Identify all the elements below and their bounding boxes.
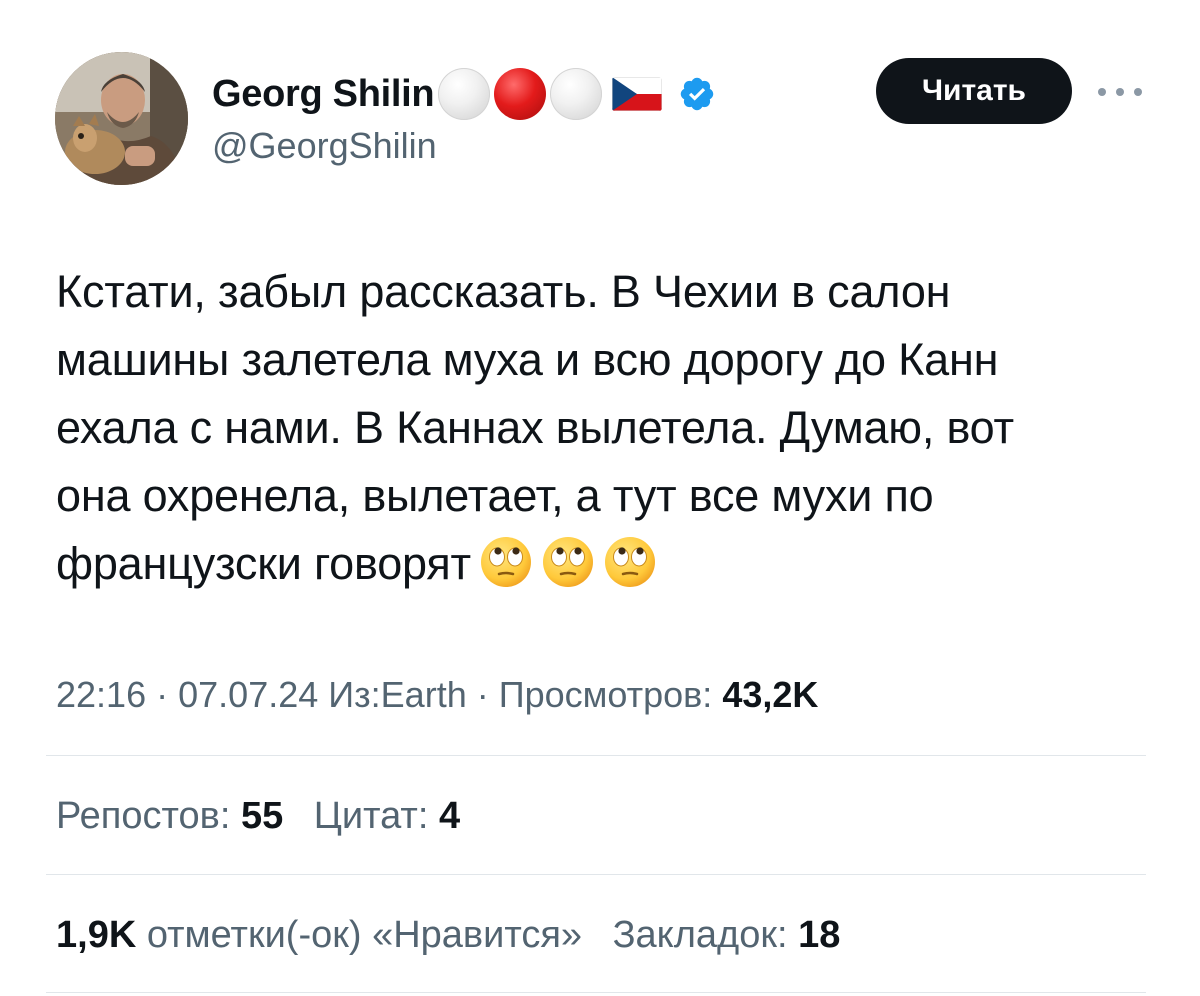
face-with-rolling-eyes-icon: [541, 535, 595, 589]
quotes-label: Цитат:: [313, 795, 429, 837]
white-circle-icon: [550, 68, 603, 120]
tweet-text-line: Кстати, забыл рассказать. В Чехии в сало…: [56, 266, 951, 317]
tweet-detail: Georg Shilin @GeorgShilin Читать Кстати,…: [0, 0, 1200, 996]
tweet-text: Кстати, забыл рассказать. В Чехии в сало…: [56, 258, 1156, 598]
bookmarks-stat[interactable]: Закладок: 18: [613, 907, 841, 963]
meta-separator: ·: [476, 674, 489, 715]
tweet-text-line: французски говорят: [56, 538, 471, 589]
bookmarks-count: 18: [798, 914, 841, 956]
tweet-time[interactable]: 22:16: [56, 674, 146, 715]
repost-quote-stats: Репостов: 55 Цитат: 4: [56, 788, 480, 844]
like-bookmark-stats: 1,9K отметки(-ок) «Нравится» Закладок: 1…: [56, 907, 860, 963]
author-handle[interactable]: @GeorgShilin: [212, 124, 437, 168]
tweet-text-last-line: французски говорят: [56, 530, 1156, 598]
more-options-icon[interactable]: [1098, 80, 1142, 104]
tweet-text-line: она охренела, вылетает, а тут все мухи п…: [56, 470, 934, 521]
verified-badge-icon[interactable]: [678, 75, 716, 113]
quotes-count: 4: [438, 795, 461, 837]
views-label: Просмотров:: [498, 674, 713, 715]
likes-stat[interactable]: 1,9K отметки(-ок) «Нравится»: [56, 907, 582, 963]
divider: [46, 992, 1146, 993]
author-display-name[interactable]: Georg Shilin: [212, 68, 435, 120]
views-count[interactable]: 43,2K: [722, 674, 818, 715]
tweet-header: Georg Shilin @GeorgShilin Читать: [0, 0, 1200, 220]
red-circle-icon: [494, 68, 547, 120]
likes-count: 1,9K: [56, 914, 137, 956]
face-with-rolling-eyes-icon: [479, 535, 533, 589]
divider: [46, 755, 1146, 756]
likes-label: отметки(-ок) «Нравится»: [146, 914, 583, 956]
author-name-row[interactable]: Georg Shilin: [212, 68, 716, 120]
reposts-stat[interactable]: Репостов: 55: [56, 788, 283, 844]
reposts-label: Репостов:: [56, 795, 231, 837]
reposts-count: 55: [240, 795, 284, 837]
source-prefix: Из:: [328, 674, 381, 715]
divider: [46, 874, 1146, 875]
tweet-source: Earth: [380, 674, 467, 715]
face-with-rolling-eyes-icon: [603, 535, 657, 589]
tweet-meta: 22:16 · 07.07.24 Из:Earth · Просмотров: …: [56, 667, 818, 723]
meta-separator: ·: [156, 674, 169, 715]
tweet-text-line: машины залетела муха и всю дорогу до Кан…: [56, 334, 999, 385]
tweet-text-line: ехала с нами. В Каннах вылетела. Думаю, …: [56, 402, 1014, 453]
follow-button[interactable]: Читать: [876, 58, 1072, 124]
quotes-stat[interactable]: Цитат: 4: [314, 788, 460, 844]
white-circle-icon: [438, 68, 491, 120]
bookmarks-label: Закладок:: [612, 914, 788, 956]
author-avatar[interactable]: [55, 52, 188, 185]
czech-flag-icon: [612, 77, 663, 111]
tweet-date[interactable]: 07.07.24: [178, 674, 318, 715]
